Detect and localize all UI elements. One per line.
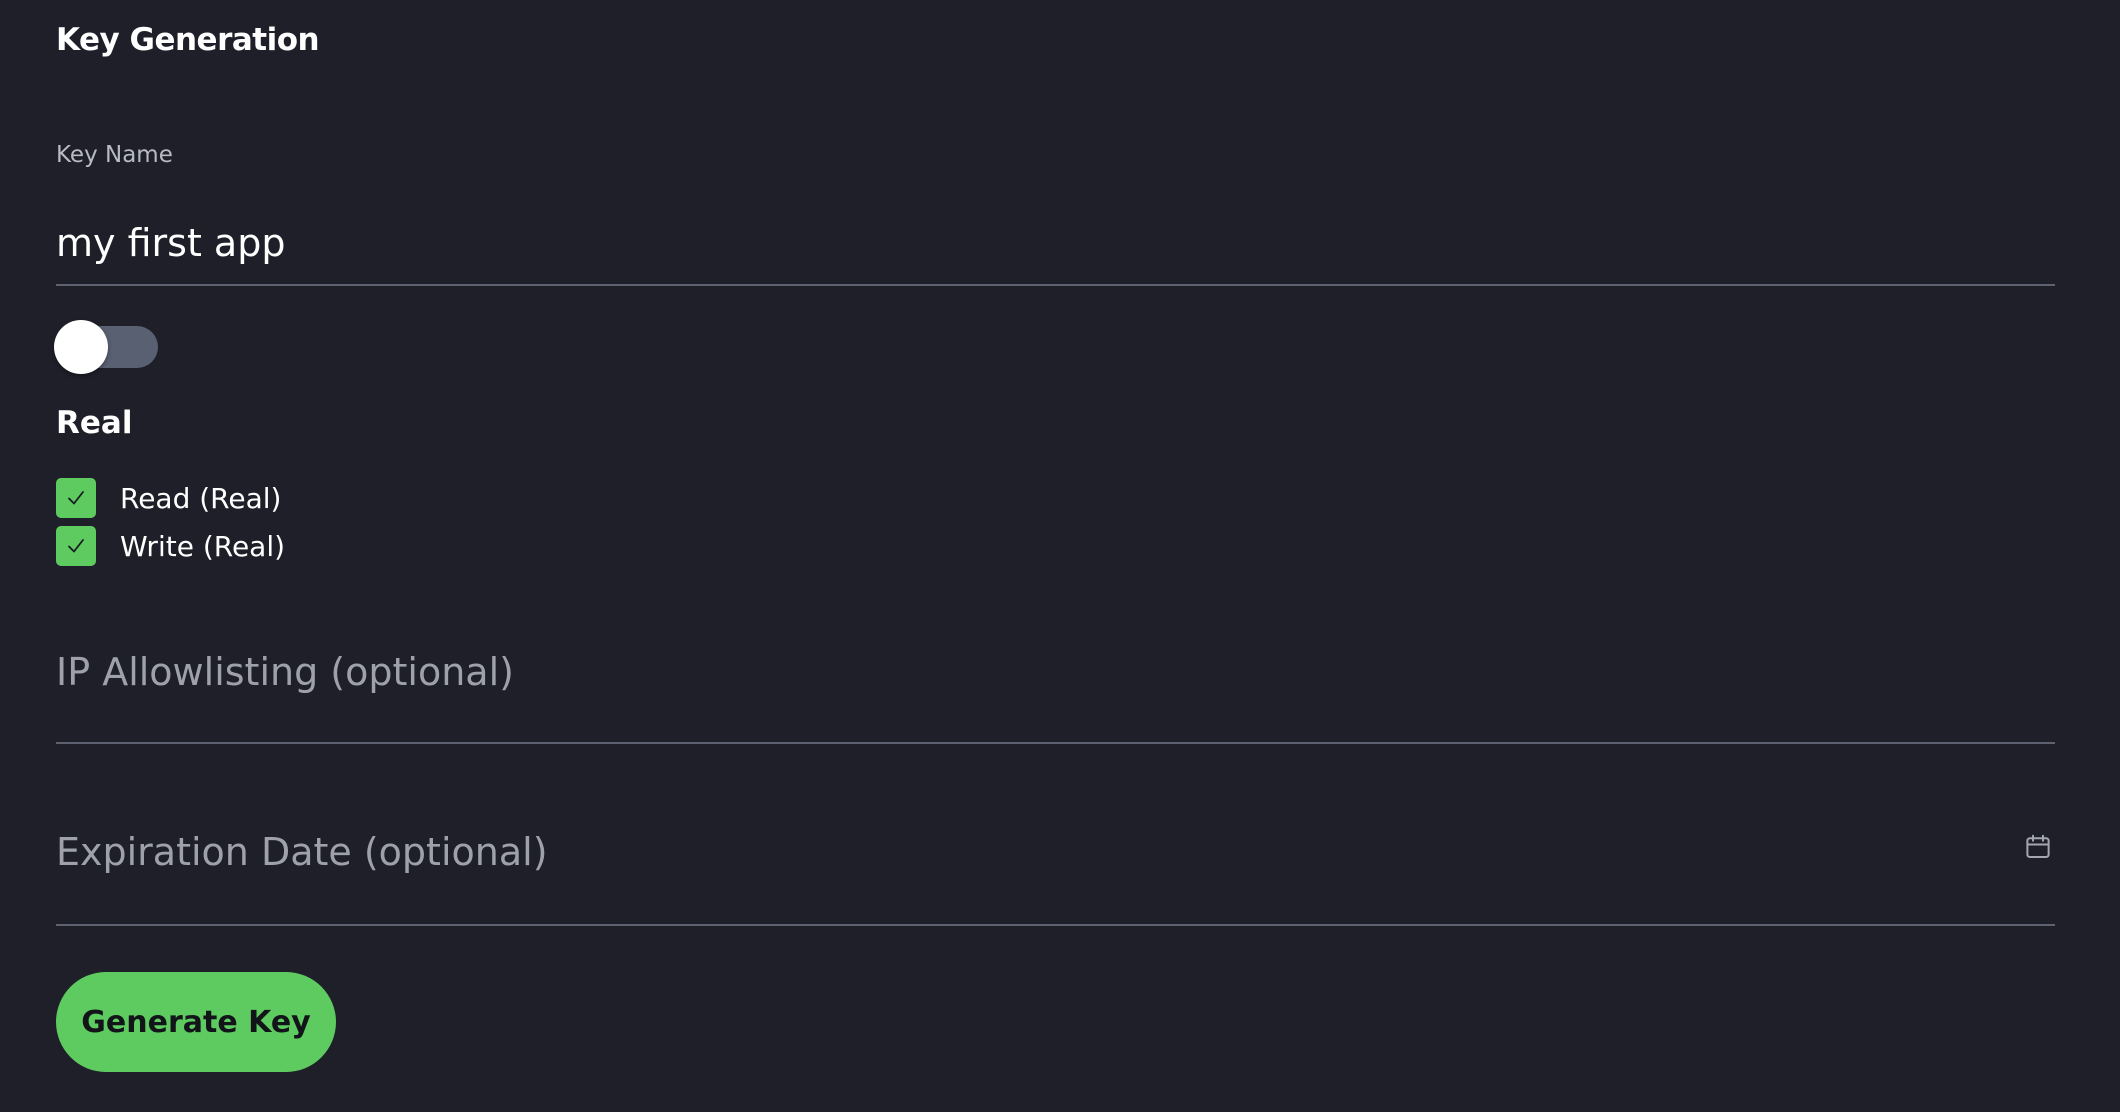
read-permission-row: Read (Real) (56, 477, 281, 519)
toggle-knob (54, 320, 108, 374)
ip-allowlisting-input[interactable] (56, 642, 1956, 702)
ip-allowlisting-field (56, 620, 2055, 744)
write-checkbox[interactable] (56, 526, 96, 566)
key-generation-page: Key Generation Key Name Real Read (Real)… (0, 0, 2120, 1112)
key-name-field (56, 210, 2055, 286)
read-checkbox[interactable] (56, 478, 96, 518)
checkmark-icon (68, 491, 84, 505)
page-title: Key Generation (56, 22, 320, 58)
permissions-heading: Real (56, 405, 133, 441)
generate-key-button[interactable]: Generate Key (56, 972, 336, 1072)
write-permission-label: Write (Real) (120, 529, 286, 563)
key-name-input[interactable] (56, 216, 2055, 270)
read-permission-label: Read (Real) (120, 481, 282, 515)
write-permission-row: Write (Real) (56, 525, 285, 567)
checkmark-icon (68, 539, 84, 553)
expiration-date-field (56, 800, 2055, 926)
calendar-icon[interactable] (2023, 832, 2053, 862)
expiration-date-input[interactable] (56, 822, 1956, 882)
key-name-label: Key Name (56, 142, 173, 168)
environment-toggle[interactable] (54, 320, 158, 374)
